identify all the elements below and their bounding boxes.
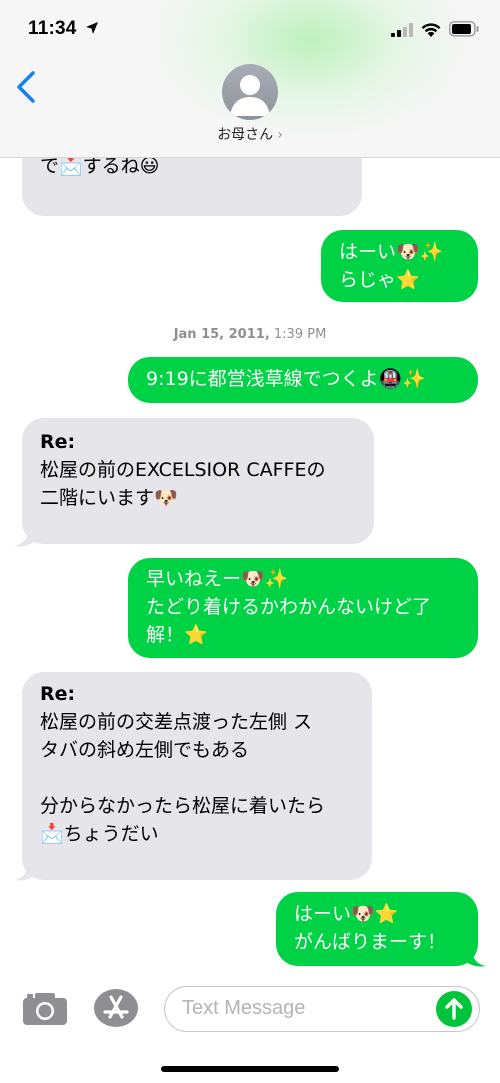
timestamp-time: 1:39 PM: [273, 327, 327, 342]
message-line: はーい🐶✨: [339, 241, 444, 263]
message-input-placeholder: Text Message: [182, 997, 306, 1019]
timestamp: Jan 15, 2011, 1:39 PM: [0, 327, 500, 342]
signal-icon: [391, 23, 413, 37]
message-subject: Re:: [40, 683, 76, 705]
camera-icon[interactable]: [22, 992, 68, 1026]
message-line: たどり着けるかわかんないけど了: [146, 596, 432, 618]
send-arrow-icon: [445, 998, 463, 1020]
location-arrow-icon: [86, 22, 98, 34]
timestamp-date: Jan 15, 2011,: [173, 327, 270, 342]
message-line: タバの斜め左側でもある: [40, 739, 250, 761]
message-line: がんばりまーす！: [294, 931, 447, 953]
bubble-tail: [14, 528, 34, 547]
bubble-tail: [466, 948, 486, 967]
wifi-icon: [421, 23, 441, 37]
message-line: はーい🐶⭐: [294, 903, 399, 925]
home-indicator[interactable]: [161, 1066, 339, 1072]
message-line: 早いねえー🐶✨: [146, 568, 289, 590]
send-button[interactable]: [436, 991, 472, 1027]
contact-name-button[interactable]: お母さん ›: [0, 124, 500, 144]
message-bubble-incoming[interactable]: Re: 松屋の前の交差点渡った左側 ス タバの斜め左側でもある 分からなかったら…: [22, 672, 372, 880]
message-line: 松屋の前のEXCELSIOR CAFFEの: [40, 459, 326, 481]
bubble-tail: [14, 862, 34, 881]
message-line: 解！⭐: [146, 624, 208, 646]
message-line: 二階にいます🐶: [40, 487, 178, 509]
message-subject: Re:: [40, 431, 76, 453]
chevron-right-icon: ›: [277, 127, 283, 143]
status-time: 11:34: [28, 18, 77, 39]
message-bubble-outgoing[interactable]: はーい🐶✨ らじゃ⭐: [321, 230, 478, 302]
message-bubble-incoming[interactable]: Re: 松屋の前のEXCELSIOR CAFFEの 二階にいます🐶: [22, 418, 374, 544]
message-input[interactable]: Text Message: [164, 986, 480, 1032]
message-line: 分からなかったら松屋に着いたら: [40, 795, 326, 817]
app-store-icon[interactable]: [93, 988, 139, 1028]
back-chevron-icon[interactable]: [14, 70, 40, 104]
battery-icon: [449, 21, 479, 37]
message-line: [40, 764, 354, 792]
message-bubble-outgoing[interactable]: はーい🐶⭐ がんばりまーす！: [276, 892, 478, 966]
person-icon: [230, 75, 270, 116]
contact-avatar[interactable]: [222, 64, 278, 120]
message-line: 📩ちょうだい: [40, 823, 159, 845]
message-line: 松屋の前の交差点渡った左側 ス: [40, 711, 313, 733]
contact-name: お母さん: [217, 127, 274, 143]
message-bubble-outgoing[interactable]: 早いねえー🐶✨ たどり着けるかわかんないけど了 解！⭐: [128, 558, 478, 658]
message-text: で📩するね😃: [40, 155, 160, 177]
message-line: らじゃ⭐: [339, 269, 420, 291]
message-text: 9:19に都営浅草線でつくよ🚇✨: [146, 368, 426, 390]
message-bubble-outgoing[interactable]: 9:19に都営浅草線でつくよ🚇✨: [128, 357, 478, 403]
conversation-header: 11:34 お母さん ›: [0, 0, 500, 158]
